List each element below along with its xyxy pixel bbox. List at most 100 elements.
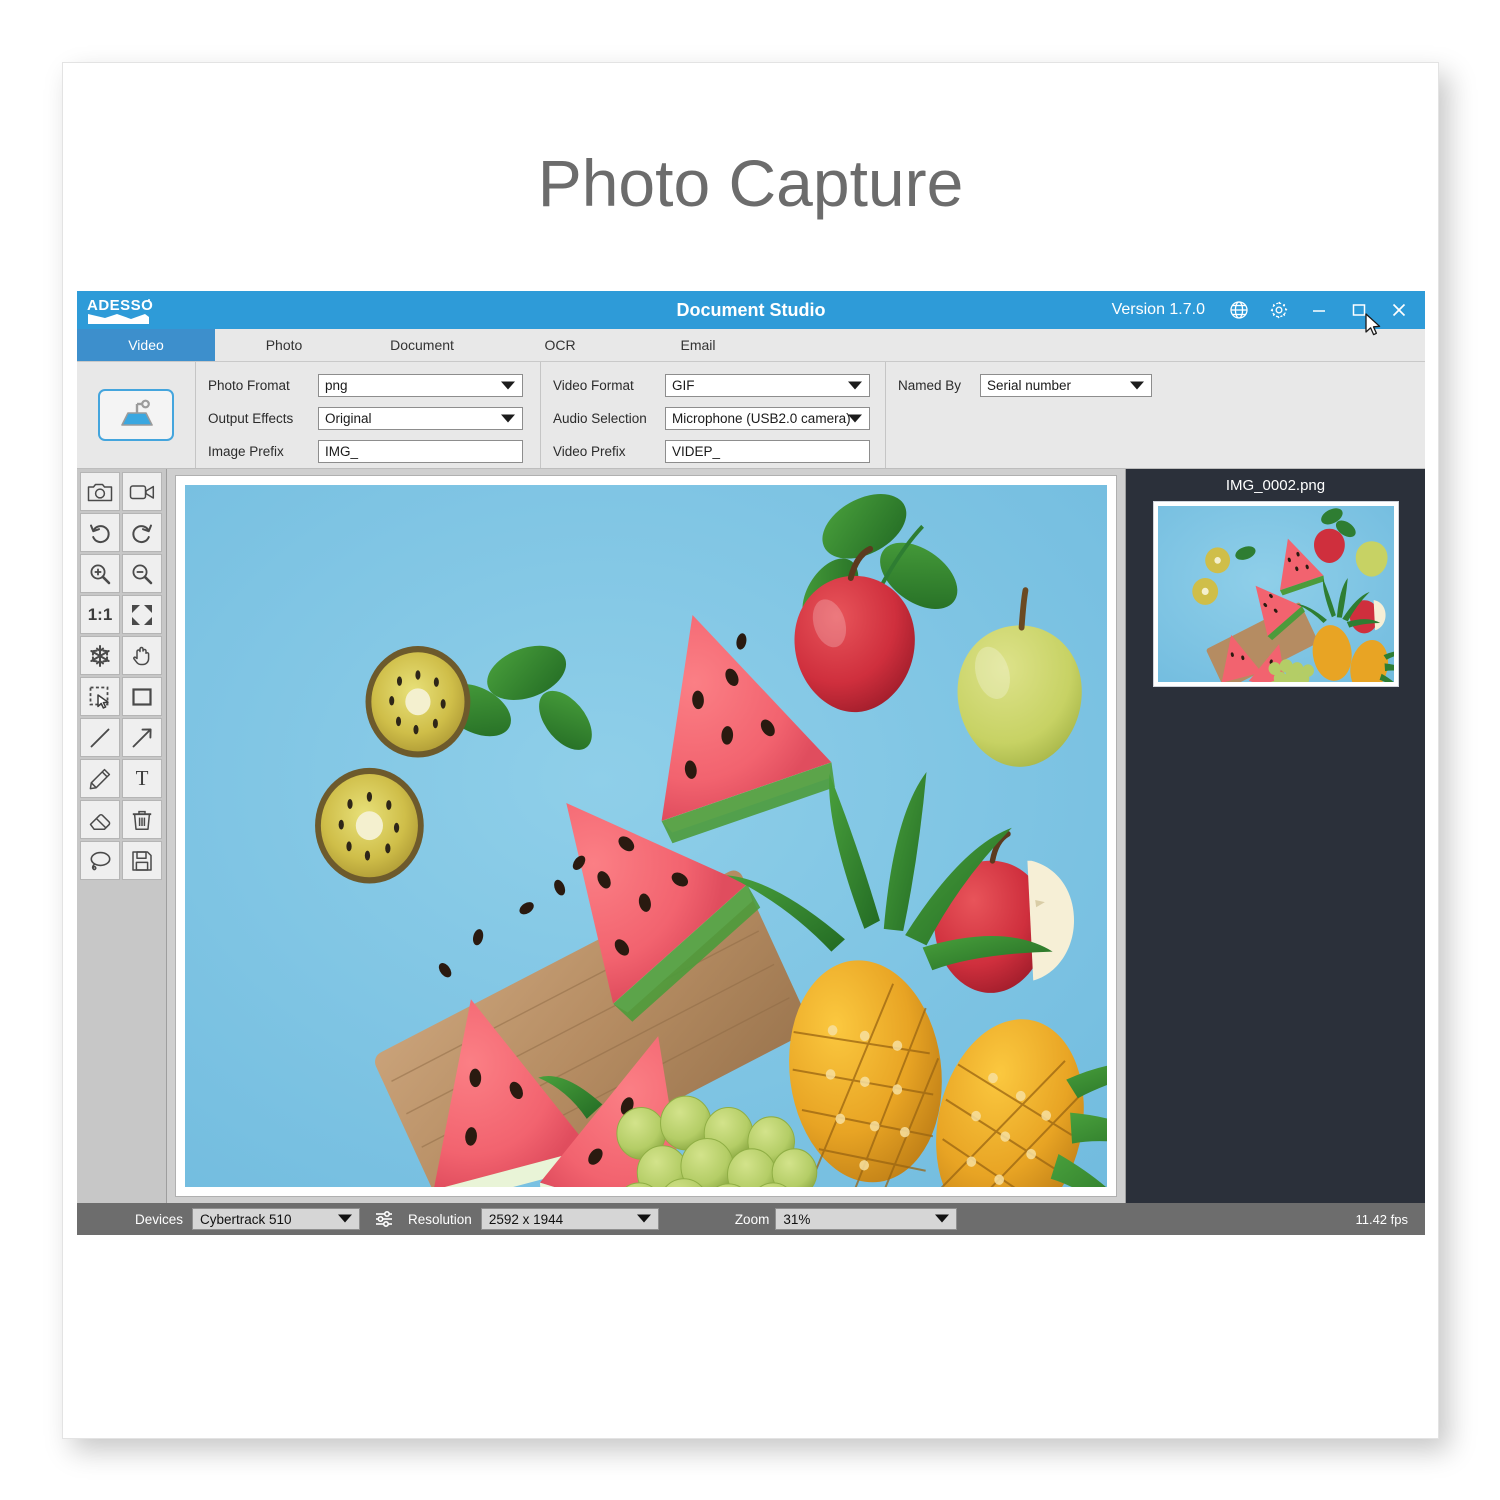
video-format-select[interactable]: GIF bbox=[665, 374, 870, 397]
tab-photo[interactable]: Photo bbox=[215, 329, 353, 361]
settings-column-photo: Photo Fromat png Output Effects Original bbox=[196, 362, 541, 468]
gear-icon[interactable] bbox=[1259, 291, 1299, 329]
named-by-select[interactable]: Serial number bbox=[980, 374, 1152, 397]
fps-indicator: 11.42 fps bbox=[1355, 1211, 1408, 1227]
field-label: Photo Fromat bbox=[208, 378, 290, 393]
undo-icon[interactable] bbox=[80, 513, 120, 552]
video-prefix-input[interactable]: VIDEP_ bbox=[665, 440, 870, 463]
one-to-one-icon[interactable]: 1:1 bbox=[80, 595, 120, 634]
chevron-down-icon bbox=[935, 1212, 950, 1227]
workspace: 1:1 T IMG_0002.png bbox=[77, 469, 1425, 1203]
line-icon[interactable] bbox=[80, 718, 120, 757]
image-prefix-input[interactable]: IMG_ bbox=[318, 440, 523, 463]
video-camera-icon[interactable] bbox=[122, 472, 162, 511]
eraser-icon[interactable] bbox=[80, 800, 120, 839]
preview-frame bbox=[175, 475, 1117, 1197]
field-value: GIF bbox=[672, 378, 695, 393]
field-photo-format: Photo Fromat png bbox=[208, 371, 530, 400]
thumbnail-panel: IMG_0002.png bbox=[1125, 469, 1425, 1203]
status-bar: Devices Cybertrack 510 Resolution 2592 x… bbox=[77, 1203, 1425, 1235]
settings-column-naming: Named By Serial number bbox=[886, 362, 1425, 468]
thumbnail-item[interactable] bbox=[1152, 501, 1399, 687]
redo-icon[interactable] bbox=[122, 513, 162, 552]
rectangle-icon[interactable] bbox=[122, 677, 162, 716]
zoom-select[interactable]: 31% bbox=[775, 1208, 958, 1230]
resolution-value: 2592 x 1944 bbox=[488, 1211, 564, 1227]
live-preview-image bbox=[185, 485, 1107, 1187]
field-label: Video Format bbox=[553, 378, 634, 393]
field-named-by: Named By Serial number bbox=[898, 371, 1415, 400]
version-label: Version 1.7.0 bbox=[1111, 301, 1205, 318]
trash-icon[interactable] bbox=[122, 800, 162, 839]
chevron-down-icon bbox=[636, 1212, 651, 1227]
field-audio-selection: Audio Selection Microphone (USB2.0 camer… bbox=[553, 404, 875, 433]
thumbnail-filename: IMG_0002.png bbox=[1225, 477, 1326, 494]
hand-icon[interactable] bbox=[122, 636, 162, 675]
maximize-icon[interactable] bbox=[1339, 291, 1379, 329]
field-output-effects: Output Effects Original bbox=[208, 404, 530, 433]
screenshot-root: Photo Capture ADESSO Document Studio Ver… bbox=[0, 0, 1500, 1500]
tab-email[interactable]: Email bbox=[629, 329, 767, 361]
resolution-select[interactable]: 2592 x 1944 bbox=[480, 1208, 659, 1230]
window-titlebar: ADESSO Document Studio Version 1.7.0 bbox=[77, 291, 1425, 336]
field-label: Output Effects bbox=[208, 411, 294, 426]
field-value: Serial number bbox=[987, 378, 1072, 393]
content-card: Photo Capture ADESSO Document Studio Ver… bbox=[62, 62, 1439, 1439]
close-icon[interactable] bbox=[1379, 291, 1419, 329]
audio-selection-select[interactable]: Microphone (USB2.0 camera) bbox=[665, 407, 870, 430]
pencil-icon[interactable] bbox=[80, 759, 120, 798]
marquee-select-icon[interactable] bbox=[80, 677, 120, 716]
minimize-icon[interactable] bbox=[1299, 291, 1339, 329]
zoom-label: Zoom bbox=[734, 1211, 770, 1227]
chevron-down-icon bbox=[338, 1212, 353, 1227]
settings-panel: Photo Fromat png Output Effects Original bbox=[77, 362, 1425, 469]
devices-label: Devices bbox=[135, 1211, 184, 1227]
zoom-in-icon[interactable] bbox=[80, 554, 120, 593]
one-to-one-label: 1:1 bbox=[87, 604, 113, 624]
field-value: IMG_ bbox=[325, 444, 359, 459]
devices-select[interactable]: Cybertrack 510 bbox=[192, 1208, 361, 1230]
photo-format-select[interactable]: png bbox=[318, 374, 523, 397]
text-tool-label: T bbox=[135, 766, 149, 790]
field-label: Video Prefix bbox=[553, 444, 626, 459]
field-video-format: Video Format GIF bbox=[553, 371, 875, 400]
main-tabbar: Video Photo Document OCR Email bbox=[77, 329, 1425, 362]
scan-button-cell bbox=[77, 362, 196, 468]
sliders-icon[interactable] bbox=[374, 1209, 394, 1229]
document-studio-window: ADESSO Document Studio Version 1.7.0 Vid… bbox=[77, 291, 1425, 1235]
field-value: Microphone (USB2.0 camera) bbox=[672, 411, 851, 426]
chevron-down-icon bbox=[848, 378, 862, 393]
resolution-label: Resolution bbox=[408, 1211, 472, 1227]
output-effects-select[interactable]: Original bbox=[318, 407, 523, 430]
chevron-down-icon bbox=[501, 378, 515, 393]
text-icon[interactable]: T bbox=[122, 759, 162, 798]
thumbnail-image bbox=[1157, 506, 1394, 682]
snowflake-icon[interactable] bbox=[80, 636, 120, 675]
save-floppy-icon[interactable] bbox=[122, 841, 162, 880]
camera-icon[interactable] bbox=[80, 472, 120, 511]
field-value: VIDEP_ bbox=[672, 444, 721, 459]
settings-column-video: Video Format GIF Audio Selection Microph… bbox=[541, 362, 886, 468]
titlebar-controls: Version 1.7.0 bbox=[1112, 291, 1419, 329]
lasso-icon[interactable] bbox=[80, 841, 120, 880]
chevron-down-icon bbox=[501, 411, 515, 426]
zoom-out-icon[interactable] bbox=[122, 554, 162, 593]
document-camera-icon[interactable] bbox=[98, 389, 174, 441]
field-label: Image Prefix bbox=[208, 444, 284, 459]
page-title: Photo Capture bbox=[537, 146, 964, 220]
fit-screen-icon[interactable] bbox=[122, 595, 162, 634]
tab-document[interactable]: Document bbox=[353, 329, 491, 361]
devices-value: Cybertrack 510 bbox=[200, 1211, 292, 1227]
globe-icon[interactable] bbox=[1219, 291, 1259, 329]
chevron-down-icon bbox=[848, 411, 862, 426]
field-label: Audio Selection bbox=[553, 411, 647, 426]
chevron-down-icon bbox=[1130, 378, 1144, 393]
zoom-value: 31% bbox=[783, 1211, 811, 1227]
field-value: png bbox=[325, 378, 348, 393]
arrow-icon[interactable] bbox=[122, 718, 162, 757]
tab-ocr[interactable]: OCR bbox=[491, 329, 629, 361]
tool-palette: 1:1 T bbox=[77, 469, 167, 1203]
preview-viewport[interactable] bbox=[167, 469, 1125, 1203]
tab-video[interactable]: Video bbox=[77, 329, 215, 361]
field-value: Original bbox=[325, 411, 372, 426]
